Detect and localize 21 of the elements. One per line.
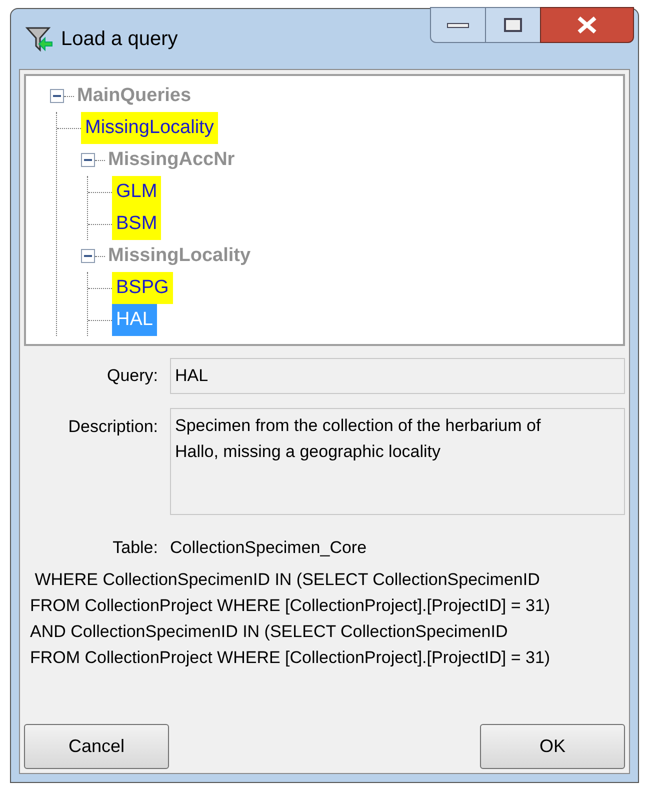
tree-item[interactable]: MissingLocality bbox=[81, 112, 218, 144]
tree-item[interactable]: GLM bbox=[112, 176, 162, 208]
tree-item[interactable]: BSPG bbox=[112, 272, 173, 304]
close-icon bbox=[576, 16, 598, 34]
cancel-button[interactable]: Cancel bbox=[24, 724, 169, 769]
minimize-button[interactable] bbox=[430, 7, 486, 43]
collapse-icon[interactable] bbox=[50, 89, 64, 103]
table-name: CollectionSpecimen_Core bbox=[170, 537, 367, 559]
ok-button[interactable]: OK bbox=[480, 724, 625, 769]
tree-item[interactable]: BSM bbox=[112, 208, 162, 240]
sql-where-clause: WHERE CollectionSpecimenID IN (SELECT CollectionSpecimenID FROM CollectionProject WHERE [CollectionProject].[ProjectID] = 31) AND CollectionSpecimenID IN (SELECT CollectionSpecimenID FROM CollectionProject WHERE [CollectionProject].[ProjectID] = 31) bbox=[29, 568, 552, 668]
description-field[interactable]: Specimen from the collection of the herbarium of Hallo, missing a geographic locality bbox=[170, 408, 625, 515]
maximize-button[interactable] bbox=[486, 7, 540, 43]
query-field[interactable]: HAL bbox=[170, 358, 625, 394]
close-button[interactable] bbox=[540, 7, 634, 43]
field-label: Description: bbox=[67, 416, 159, 438]
field-label: Query: bbox=[106, 365, 159, 388]
collapse-icon[interactable] bbox=[81, 249, 95, 263]
field-label: Table: bbox=[112, 537, 159, 559]
collapse-icon[interactable] bbox=[81, 153, 95, 167]
window-title: Load a query bbox=[61, 27, 178, 52]
